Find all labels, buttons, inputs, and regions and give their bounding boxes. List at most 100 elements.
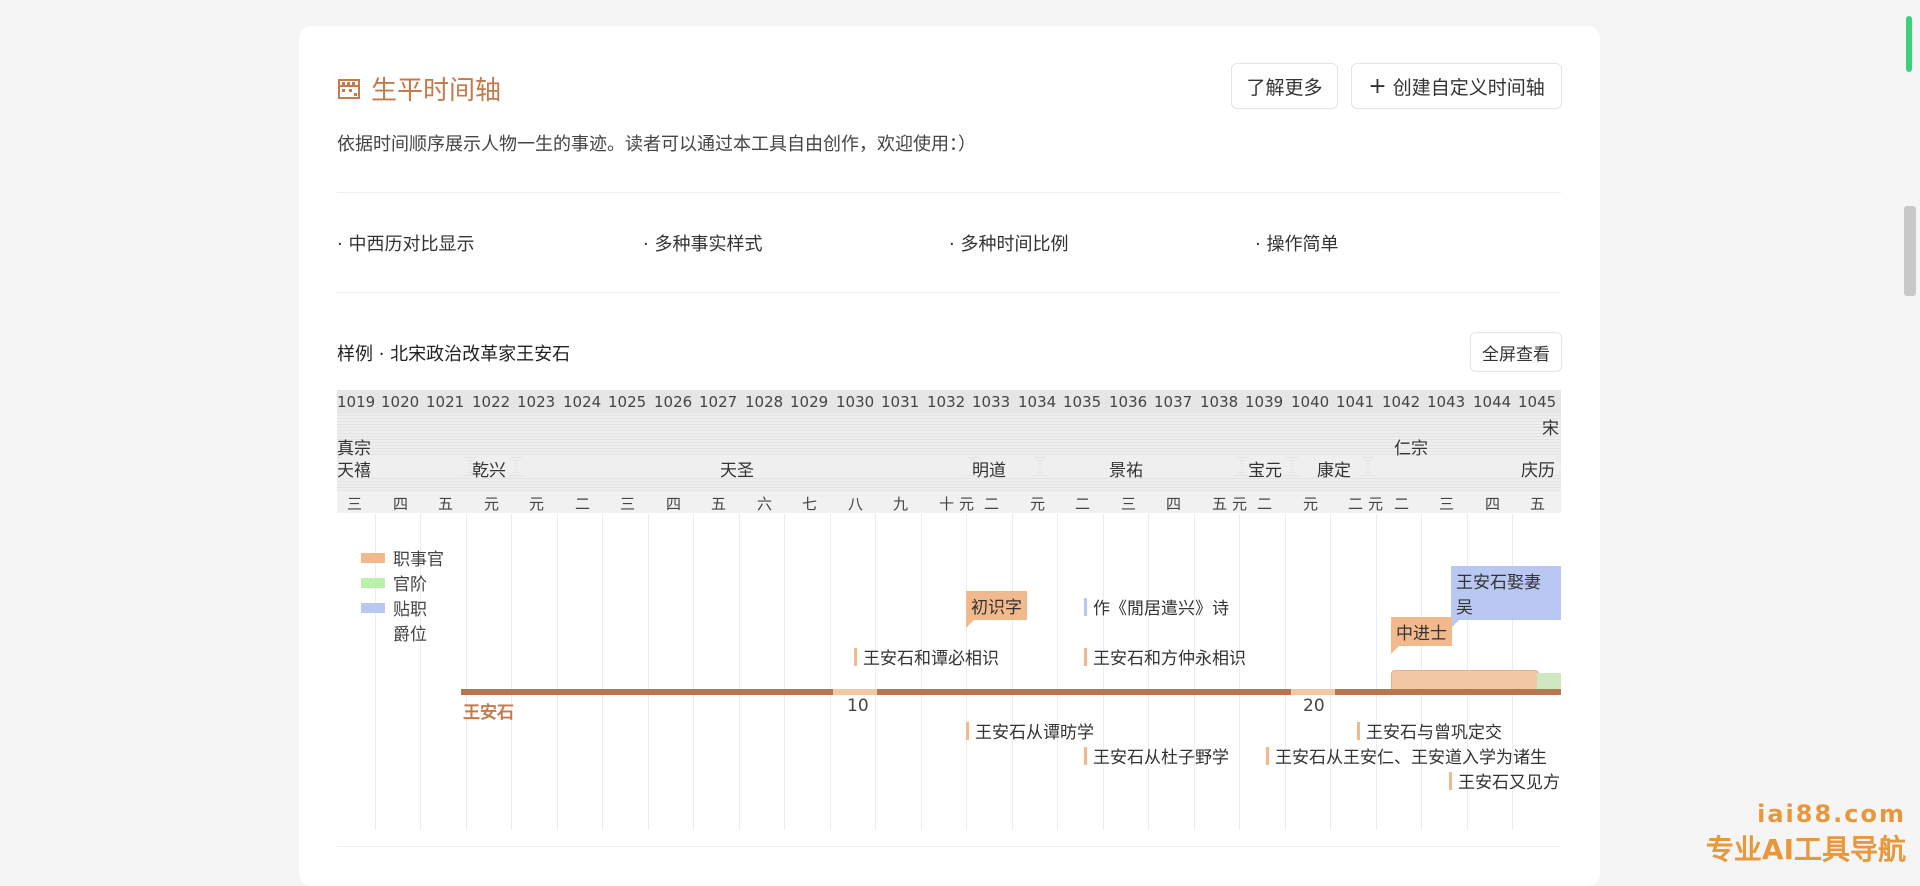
- year-label: 1026: [654, 393, 693, 411]
- legend-label: 官阶: [393, 575, 427, 595]
- year-label: 1045: [1518, 393, 1557, 411]
- era-year-label: 五: [711, 495, 727, 513]
- era-year-label: 二: [1394, 495, 1410, 513]
- year-label: 1025: [608, 393, 647, 411]
- grid-line: [602, 514, 603, 830]
- year-label: 1037: [1154, 393, 1193, 411]
- era-year-label: 四: [393, 495, 409, 513]
- timeline-chart[interactable]: 1019 1020 1021 1022 1023 1024 1025 1026 …: [337, 390, 1561, 830]
- year-axis: 1019 1020 1021 1022 1023 1024 1025 1026 …: [337, 390, 1561, 414]
- event-flag[interactable]: 初识字: [966, 591, 1027, 628]
- page-title-row: 生平时间轴: [337, 70, 501, 107]
- era-label: 明道: [972, 461, 1006, 481]
- era-year-label: 九: [893, 495, 909, 513]
- event-text: 王安石又见方: [1458, 773, 1560, 793]
- legend-item: 贴职: [361, 595, 427, 620]
- era-year-label: 四: [1485, 495, 1501, 513]
- era-label: 庆历: [1521, 461, 1555, 481]
- divider: [337, 846, 1561, 847]
- year-label: 1035: [1063, 393, 1102, 411]
- event-label[interactable]: 王安石从王安仁、王安道入学为诸生: [1266, 743, 1547, 768]
- year-label: 1019: [337, 393, 376, 411]
- era-year-label: 四: [1166, 495, 1182, 513]
- grid-line: [784, 514, 785, 830]
- legend-label: 职事官: [393, 550, 444, 570]
- watermark-slogan: 专业AI工具导航: [1705, 833, 1906, 866]
- grid-line: [1330, 514, 1331, 830]
- era-year-label: 二: [1348, 495, 1364, 513]
- event-marker: [854, 647, 857, 666]
- era-year-label: 元: [1030, 495, 1046, 513]
- legend-swatch: [361, 577, 385, 588]
- event-text: 王安石从杜子野学: [1093, 748, 1229, 768]
- era-year-label: 元: [1303, 495, 1319, 513]
- grid-line: [1012, 514, 1013, 830]
- grid-line: [739, 514, 740, 830]
- era-label: 天禧: [337, 461, 371, 481]
- event-marker: [1357, 721, 1360, 740]
- feature-item: · 中西历对比显示: [337, 234, 475, 255]
- learn-more-button[interactable]: 了解更多: [1231, 63, 1338, 109]
- event-flag[interactable]: 中进士: [1391, 617, 1452, 654]
- grid-line: [1194, 514, 1195, 830]
- year-label: 1024: [563, 393, 602, 411]
- event-text: 王安石从王安仁、王安道入学为诸生: [1275, 748, 1547, 768]
- page-title: 生平时间轴: [371, 76, 502, 106]
- sample-title: 样例 · 北宋政治改革家王安石: [337, 344, 571, 365]
- grid-line: [1103, 514, 1104, 830]
- year-label: 1023: [517, 393, 556, 411]
- legend-item: 官阶: [361, 570, 427, 595]
- event-label[interactable]: 作《閒居遣兴》诗: [1084, 594, 1229, 619]
- year-label: 1041: [1336, 393, 1375, 411]
- era-year-label: 二: [1257, 495, 1273, 513]
- plus-icon: +: [1368, 73, 1387, 99]
- grid-line: [875, 514, 876, 830]
- main-card: 生平时间轴 了解更多 + 创建自定义时间轴 依据时间顺序展示人物一生的事迹。读者…: [299, 26, 1600, 886]
- page-description: 依据时间顺序展示人物一生的事迹。读者可以通过本工具自由创作，欢迎使用：）: [337, 134, 976, 155]
- legend-swatch: [361, 602, 385, 613]
- era-label: 乾兴: [472, 461, 506, 481]
- event-label[interactable]: 王安石从谭昉学: [966, 718, 1094, 743]
- era-year-label: 五: [438, 495, 454, 513]
- era-year-label: 四: [666, 495, 682, 513]
- page-scrollbar[interactable]: [1902, 0, 1918, 872]
- watermark-domain: iai88.com: [1757, 800, 1906, 828]
- era-year-label: 二: [1075, 495, 1091, 513]
- event-marker: [1084, 597, 1087, 616]
- create-timeline-button[interactable]: + 创建自定义时间轴: [1351, 63, 1562, 109]
- feature-item: · 多种事实样式: [643, 234, 763, 255]
- year-label: 1039: [1245, 393, 1284, 411]
- event-label[interactable]: 王安石和谭必相识: [854, 644, 999, 669]
- grid-line: [648, 514, 649, 830]
- event-label[interactable]: 王安石与曾巩定交: [1357, 718, 1502, 743]
- grid-line: [1376, 514, 1377, 830]
- feature-item: · 多种时间比例: [949, 234, 1069, 255]
- era-year-row: 三 四 五 元 元 二 三 四 五 六 七 八 九 十 元 二 元 二 三 四 …: [337, 491, 1561, 513]
- year-label: 1044: [1473, 393, 1512, 411]
- year-label: 1028: [745, 393, 784, 411]
- abacus-icon: [338, 78, 360, 99]
- legend-swatch: [361, 628, 385, 638]
- era-label: 天圣: [720, 461, 754, 481]
- event-label[interactable]: 王安石和方仲永相识: [1084, 644, 1246, 669]
- era-year-label: 元: [1232, 495, 1248, 513]
- grid-line: [511, 514, 512, 830]
- era-year-label: 八: [848, 495, 864, 513]
- scrollbar-thumb[interactable]: [1904, 206, 1916, 296]
- year-label: 1031: [881, 393, 920, 411]
- event-label[interactable]: 王安石又见方: [1449, 768, 1560, 793]
- era-year-label: 元: [484, 495, 500, 513]
- decade-marker: [1291, 689, 1335, 695]
- event-marker: [1449, 771, 1452, 790]
- year-label: 1030: [836, 393, 875, 411]
- event-flag[interactable]: 王安石娶妻吴: [1451, 566, 1561, 628]
- legend-label: 爵位: [393, 625, 427, 645]
- rank-span-bar[interactable]: [1537, 673, 1561, 690]
- legend-item: 职事官: [361, 545, 444, 570]
- event-label[interactable]: 王安石从杜子野学: [1084, 743, 1229, 768]
- fullscreen-button[interactable]: 全屏查看: [1470, 332, 1562, 372]
- year-label: 1032: [927, 393, 966, 411]
- age-label: 10: [847, 696, 869, 716]
- event-text: 王安石和方仲永相识: [1093, 649, 1246, 669]
- year-label: 1033: [972, 393, 1011, 411]
